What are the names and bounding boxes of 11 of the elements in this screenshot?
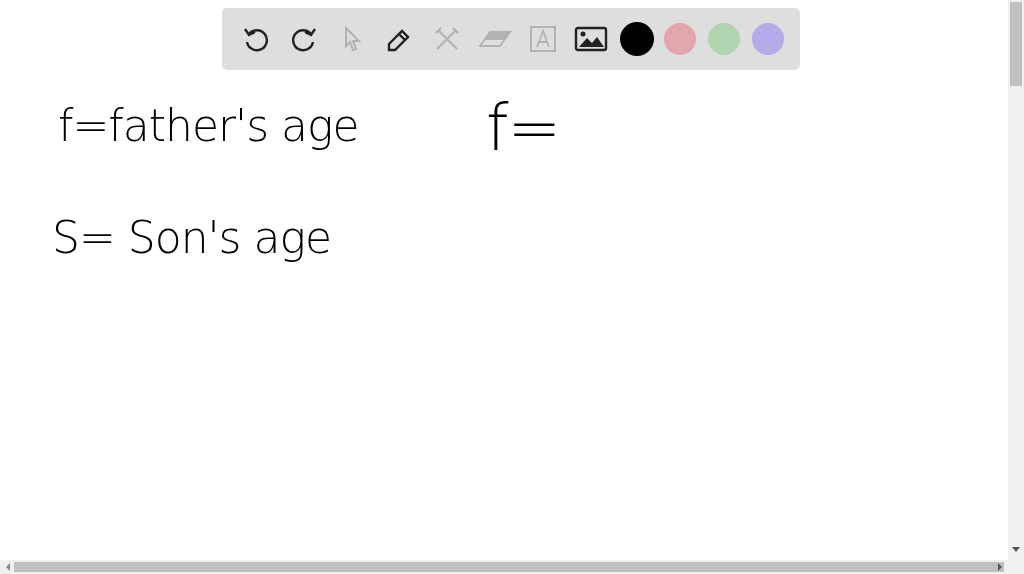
text-tool-icon bbox=[527, 24, 558, 54]
image-icon bbox=[573, 24, 608, 54]
handwritten-text: f=father's age bbox=[58, 100, 359, 153]
color-swatch[interactable] bbox=[708, 23, 741, 55]
horizontal-scrollbar[interactable] bbox=[0, 560, 1024, 574]
handwritten-text: S= Son's age bbox=[52, 212, 331, 265]
color-swatch[interactable] bbox=[620, 23, 653, 55]
vertical-scrollbar[interactable] bbox=[1008, 0, 1024, 560]
handwritten-text: f= bbox=[486, 90, 561, 167]
color-swatch[interactable] bbox=[751, 23, 784, 55]
color-swatch[interactable] bbox=[664, 23, 697, 55]
